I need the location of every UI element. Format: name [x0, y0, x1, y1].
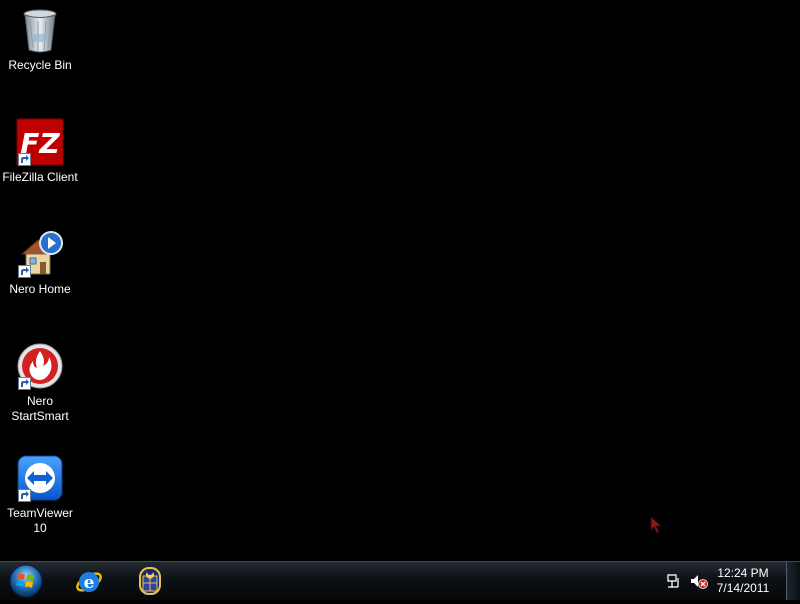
network-icon[interactable]	[666, 573, 682, 589]
taskbar: e 12:24 PM 7/14/2011	[0, 561, 800, 600]
system-tray: 12:24 PM 7/14/2011	[660, 562, 800, 600]
app-launcher-icon	[139, 567, 161, 595]
shortcut-arrow-icon	[18, 153, 31, 166]
shortcut-arrow-icon	[18, 377, 31, 390]
clock-time: 12:24 PM	[717, 566, 769, 580]
clock-date: 7/14/2011	[716, 581, 770, 595]
desktop-icon-nero-home[interactable]: Nero Home	[0, 230, 80, 297]
taskbar-clock[interactable]: 12:24 PM 7/14/2011	[708, 566, 778, 596]
taskbar-app-launcher[interactable]	[133, 564, 167, 598]
desktop-icon-teamviewer[interactable]: TeamViewer 10	[0, 454, 80, 536]
desktop-icon-label: Recycle Bin	[8, 58, 72, 72]
nero-home-icon	[16, 230, 64, 278]
filezilla-icon: FZ	[16, 118, 64, 166]
nero-startsmart-icon	[16, 342, 64, 390]
internet-explorer-icon: e	[76, 572, 102, 593]
desktop[interactable]: Recycle Bin FZ FileZilla Client Nero Hom…	[0, 0, 800, 561]
mouse-cursor-icon	[650, 515, 664, 539]
desktop-icon-label: Nero Home	[9, 282, 71, 296]
desktop-icon-label: Nero StartSmart	[11, 394, 69, 423]
recycle-bin-icon	[16, 6, 64, 54]
volume-muted-icon[interactable]	[690, 573, 708, 589]
shortcut-arrow-icon	[18, 265, 31, 278]
desktop-icon-nero-startsmart[interactable]: Nero StartSmart	[0, 342, 80, 424]
show-desktop-button[interactable]	[786, 562, 800, 600]
desktop-icon-label: FileZilla Client	[2, 170, 78, 184]
start-orb-icon	[9, 564, 43, 598]
desktop-icon-filezilla[interactable]: FZ FileZilla Client	[0, 118, 80, 185]
desktop-icon-label: TeamViewer 10	[7, 506, 73, 535]
shortcut-arrow-icon	[18, 489, 31, 502]
taskbar-internet-explorer[interactable]: e	[72, 564, 106, 598]
desktop-icon-recycle-bin[interactable]: Recycle Bin	[0, 6, 80, 73]
svg-text:e: e	[84, 573, 95, 593]
teamviewer-icon	[16, 454, 64, 502]
start-button[interactable]	[6, 563, 46, 599]
